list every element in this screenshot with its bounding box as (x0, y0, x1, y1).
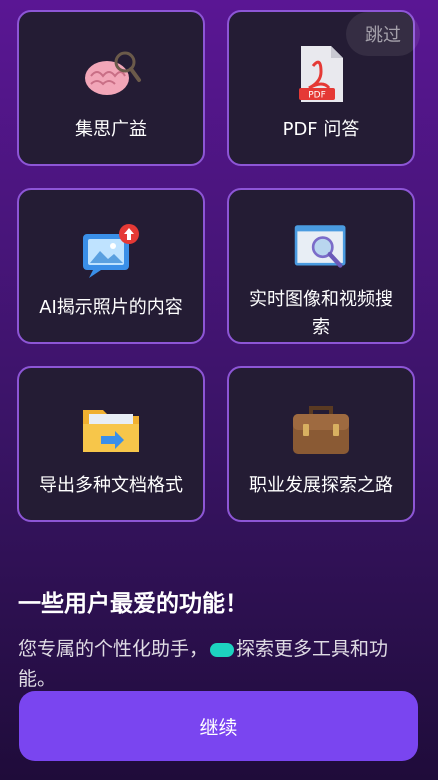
feature-card-brainstorm[interactable]: 集思广益 (17, 10, 205, 166)
pdf-badge-text: PDF (308, 91, 326, 101)
feature-card-image-video-search[interactable]: 实时图像和视频搜索 (227, 188, 415, 344)
feature-card-career[interactable]: 职业发展探索之路 (227, 366, 415, 522)
window-search-icon (294, 225, 346, 268)
page-description: 您专属的个性化助手， 探索更多工具和功能。 (18, 634, 398, 694)
feature-label: PDF 问答 (282, 119, 360, 140)
feature-label: 导出多种文档格式 (39, 475, 183, 496)
description-text: 您专属的个性化助手， (18, 638, 209, 660)
page-headline: 一些用户最爱的功能！ (18, 591, 248, 617)
skip-button[interactable]: 跳过 (346, 12, 420, 56)
continue-button[interactable]: 继续 (19, 691, 418, 761)
chat-bubble-icon (210, 642, 235, 657)
brain-magnifier-icon (85, 51, 141, 95)
feature-label: 职业发展探索之路 (249, 475, 393, 496)
image-upload-icon (83, 224, 139, 278)
feature-grid: 集思广益 PDF PDF 问答 AI揭示照片的内容 实时图像和视频搜索 导出多种… (17, 10, 415, 522)
feature-label: 实时图像和视频搜索 (249, 289, 393, 338)
feature-card-export-formats[interactable]: 导出多种文档格式 (17, 366, 205, 522)
pdf-file-icon: PDF (299, 46, 343, 102)
folder-export-icon (83, 410, 139, 452)
briefcase-icon (293, 406, 349, 454)
feature-card-ai-photo[interactable]: AI揭示照片的内容 (17, 188, 205, 344)
feature-label: 集思广益 (75, 119, 147, 140)
feature-label: AI揭示照片的内容 (39, 297, 183, 318)
